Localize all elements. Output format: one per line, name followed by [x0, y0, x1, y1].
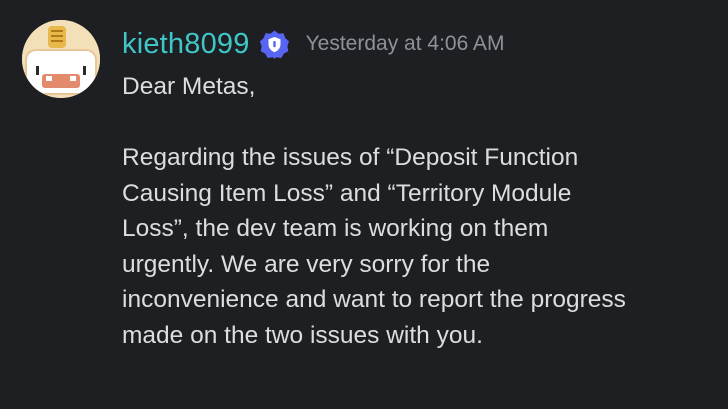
- username[interactable]: kieth8099: [122, 28, 250, 61]
- message-line: made on the two issues with you.: [122, 321, 483, 349]
- message-body: Dear Metas, Regarding the issues of “Dep…: [122, 69, 712, 353]
- shield-badge-icon[interactable]: [259, 29, 290, 60]
- message-line: Loss”, the dev team is working on them: [122, 215, 549, 242]
- message-line: urgently. We are very sorry for the: [122, 250, 491, 278]
- message-header: kieth8099 Yesterday at 4:06 AM: [122, 24, 504, 64]
- user-avatar[interactable]: [22, 20, 100, 98]
- message-line: Dear Metas,: [122, 73, 256, 100]
- chat-message: kieth8099 Yesterday at 4:06 AM Dear Meta…: [0, 0, 728, 409]
- message-line: Causing Item Loss” and “Territory Module: [122, 179, 572, 207]
- avatar-character-icon: [22, 20, 100, 98]
- message-line: Regarding the issues of “Deposit Functio…: [122, 144, 579, 171]
- message-timestamp: Yesterday at 4:06 AM: [305, 32, 505, 55]
- message-line-blank: [122, 105, 712, 141]
- message-line: inconvenience and want to report the pro…: [122, 286, 626, 313]
